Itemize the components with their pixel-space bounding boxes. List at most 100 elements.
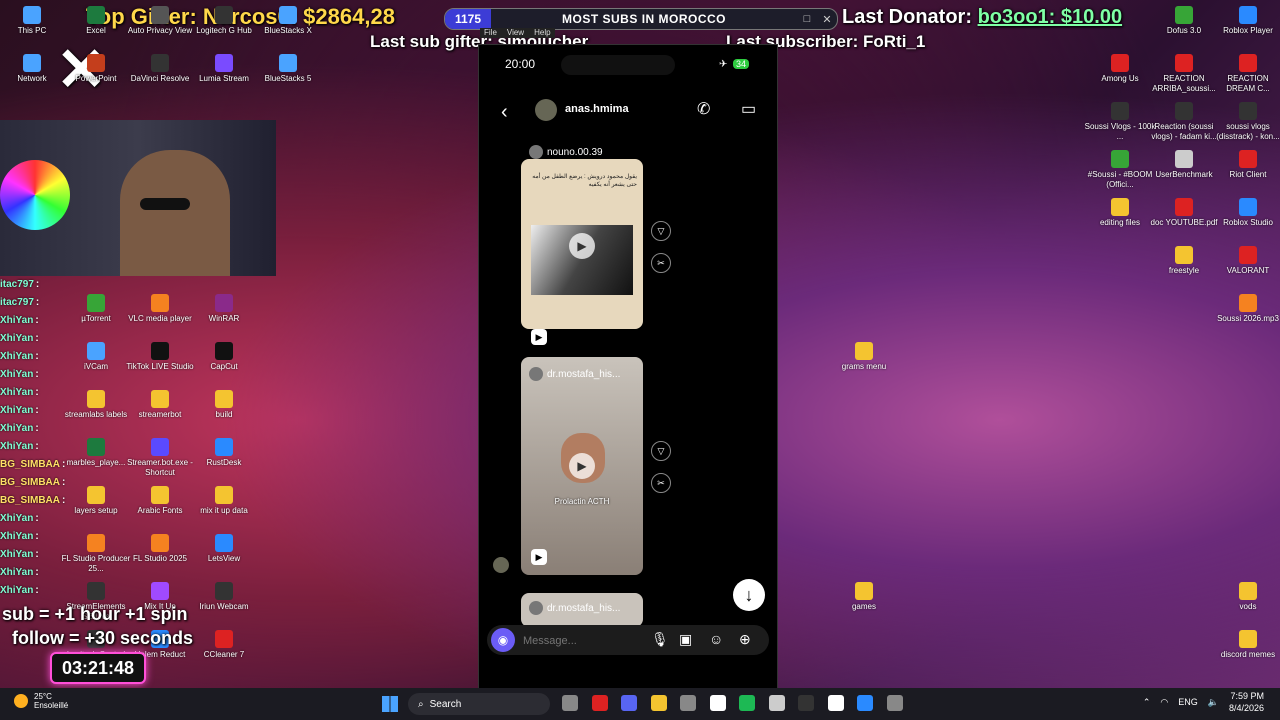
shared-post[interactable]: يقول محمود درويش : يرضع الطفل من أمه حتى… [521, 159, 643, 329]
desktop-icon[interactable]: CCleaner 7 [188, 630, 260, 660]
discord-icon[interactable] [621, 695, 637, 711]
capcut-icon[interactable] [709, 695, 726, 711]
desktop-icon[interactable]: Iriun Webcam [188, 582, 260, 612]
play-icon[interactable]: ▶ [569, 453, 595, 479]
weather-widget[interactable]: 25°C Ensoleillé [14, 692, 68, 710]
clock[interactable]: 7:59 PM 8/4/2026 [1229, 690, 1264, 714]
desktop-icon[interactable]: Among Us [1084, 54, 1156, 84]
desktop-icon[interactable]: games [828, 582, 900, 612]
desktop-icon[interactable]: editing files [1084, 198, 1156, 228]
desktop-icon[interactable]: Auto Privacy View [124, 6, 196, 36]
opera-icon[interactable] [591, 695, 608, 711]
chat-text: : [35, 297, 40, 308]
desktop-icon[interactable]: Roblox Studio [1212, 198, 1280, 228]
app-icon[interactable] [680, 695, 696, 711]
phone-call-icon[interactable]: ✆ [697, 99, 710, 119]
desktop-icon[interactable]: UserBenchmark [1148, 150, 1220, 180]
chevron-up-icon[interactable]: ⌃ [1143, 697, 1151, 708]
desktop-icon[interactable]: vods [1212, 582, 1280, 612]
close-icon[interactable]: ✕ [817, 13, 837, 26]
desktop-icon[interactable]: doc YOUTUBE.pdf [1148, 198, 1220, 228]
sticker-icon[interactable]: ☺ [709, 631, 723, 647]
play-icon[interactable]: ▶ [569, 233, 595, 259]
lang-indicator[interactable]: ENG [1178, 697, 1198, 707]
webcam-feed [0, 120, 276, 276]
desktop-icon[interactable]: PowerPoint [60, 54, 132, 84]
add-icon[interactable]: ⊕ [739, 631, 751, 648]
remix-icon[interactable]: ✂ [651, 253, 671, 273]
desktop-icon[interactable]: grams menu [828, 342, 900, 372]
dm-name[interactable]: anas.hmima [565, 103, 629, 115]
desktop-icon[interactable]: WinRAR [188, 294, 260, 324]
streamerbot-icon[interactable] [827, 695, 844, 711]
desktop-icon[interactable]: BlueStacks 5 [252, 54, 324, 84]
desktop-icon[interactable]: Logitech G Hub [188, 6, 260, 36]
back-icon[interactable]: ‹ [501, 101, 508, 124]
dm-header: ‹ anas.hmima ✆ ▭ [479, 93, 777, 127]
post-author[interactable]: dr.mostafa_his... [529, 367, 620, 381]
desktop-icon[interactable]: FL Studio 2025 [124, 534, 196, 564]
microphone-icon[interactable]: 🎙 [651, 631, 669, 648]
app-icon[interactable] [798, 695, 814, 711]
share-icon[interactable]: ▽ [651, 221, 671, 241]
desktop-icon[interactable]: Dofus 3.0 [1148, 6, 1220, 36]
desktop-icon[interactable]: CapCut [188, 342, 260, 372]
chat-text: : [35, 549, 39, 560]
start-icon[interactable] [382, 696, 398, 712]
shared-reel[interactable]: dr.mostafa_his... [521, 593, 643, 627]
desktop-icon[interactable]: LetsView [188, 534, 260, 564]
desktop-icon[interactable]: This PC [0, 6, 68, 36]
desktop-icon[interactable]: REACTION DREAM C... [1212, 54, 1280, 94]
desktop-icon[interactable]: TikTok LIVE Studio [124, 342, 196, 372]
folder-icon [151, 390, 169, 408]
desktop-icon[interactable]: Soussi 2026.mp3 [1212, 294, 1280, 324]
taskbar-search[interactable]: ⌕ Search [408, 693, 550, 715]
desktop-icon[interactable]: Roblox Player [1212, 6, 1280, 36]
app-icon[interactable] [768, 695, 785, 711]
desktop-icon[interactable]: Streamer.bot.exe - Shortcut [124, 438, 196, 478]
menu-help[interactable]: Help [534, 28, 550, 38]
share-icon[interactable]: ▽ [651, 441, 671, 461]
spotify-icon[interactable] [739, 695, 755, 711]
maximize-icon[interactable]: □ [797, 13, 817, 25]
desktop-icon[interactable]: freestyle [1148, 246, 1220, 276]
desktop-icon[interactable]: soussi vlogs (disstrack) - kon... [1212, 102, 1280, 142]
camera-icon[interactable]: ◉ [491, 628, 515, 652]
gallery-icon[interactable]: ▣ [679, 631, 692, 648]
desktop-icon[interactable]: discord memes [1212, 630, 1280, 660]
desktop-icon[interactable]: RustDesk [188, 438, 260, 468]
desktop-icon[interactable]: Soussi Vlogs - 100k ... [1084, 102, 1156, 142]
desktop-icon[interactable]: VLC media player [124, 294, 196, 324]
wifi-icon[interactable]: ◠ [1160, 697, 1168, 708]
menu-view[interactable]: View [507, 28, 524, 38]
video-call-icon[interactable]: ▭ [741, 99, 756, 119]
message-input[interactable] [521, 631, 645, 651]
files-icon[interactable] [562, 695, 578, 711]
desktop-icon[interactable]: Excel [60, 6, 132, 36]
desktop-icon[interactable]: Network [0, 54, 68, 84]
app-icon[interactable] [857, 695, 873, 711]
speaker-icon[interactable]: 🔈 [1208, 697, 1219, 708]
desktop-icon[interactable]: Arabic Fonts [124, 486, 196, 516]
chat-text: : [35, 351, 39, 362]
desktop-icon[interactable]: REACTION ARRIBA_soussi... [1148, 54, 1220, 94]
app-icon[interactable] [886, 695, 903, 711]
scroll-down-button[interactable]: ↓ [733, 579, 765, 611]
desktop-icon[interactable]: mix it up data [188, 486, 260, 516]
desktop-icon[interactable]: BlueStacks X [252, 6, 324, 36]
desktop-icon[interactable]: Riot Client [1212, 150, 1280, 180]
shared-reel[interactable]: Prolactin ACTH ▶ [521, 357, 643, 575]
desktop-icon[interactable]: DaVinci Resolve [124, 54, 196, 84]
most-subs-label: MOST SUBS IN MOROCCO [562, 12, 727, 26]
remix-icon[interactable]: ✂ [651, 473, 671, 493]
menu-file[interactable]: File [484, 28, 497, 38]
desktop-icon[interactable]: streamerbot [124, 390, 196, 420]
desktop-icon[interactable]: VALORANT [1212, 246, 1280, 276]
folder-icon[interactable] [650, 695, 667, 711]
post-author[interactable]: nouno.00.39 [529, 145, 603, 159]
avatar[interactable] [535, 99, 557, 121]
desktop-icon[interactable]: Lumia Stream [188, 54, 260, 84]
desktop-icon[interactable]: #Soussi - #BOOM (Offici... [1084, 150, 1156, 190]
desktop-icon[interactable]: Reaction (soussi vlogs) - fadam ki... [1148, 102, 1220, 142]
desktop-icon[interactable]: build [188, 390, 260, 420]
